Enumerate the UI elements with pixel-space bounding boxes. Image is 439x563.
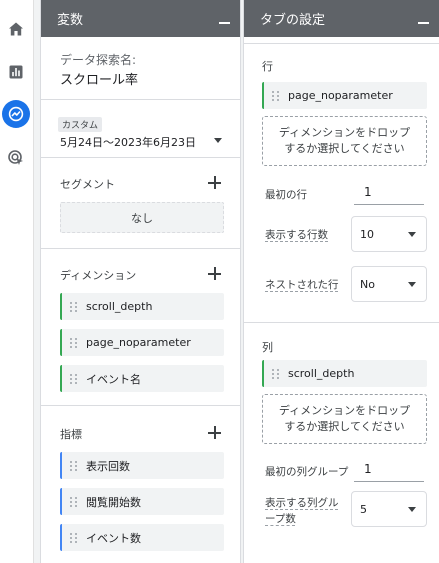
- metric-chip[interactable]: イベント数: [60, 524, 224, 551]
- metrics-section: 指標 表示回数 閲覧開始数 イベント数: [41, 406, 240, 563]
- metrics-label: 指標: [60, 428, 82, 441]
- panel-title: 変数: [57, 13, 84, 28]
- dimensions-label: ディメンション: [60, 269, 137, 282]
- column-dimension-name: scroll_depth: [288, 367, 355, 380]
- nested-rows-value: No: [360, 277, 375, 291]
- drag-handle-icon[interactable]: [70, 372, 78, 385]
- chevron-down-icon[interactable]: [214, 138, 222, 143]
- home-icon[interactable]: [2, 15, 30, 43]
- left-nav-rail: [0, 0, 34, 563]
- custom-date-chip: カスタム: [58, 117, 103, 132]
- dimension-chip[interactable]: イベント名: [60, 365, 224, 392]
- drag-handle-icon[interactable]: [70, 336, 78, 349]
- show-rows-label: 表示する行数: [265, 229, 328, 241]
- show-rows-select[interactable]: 10: [351, 216, 427, 252]
- exploration-name-section: データ探索名: スクロール率: [41, 37, 240, 100]
- first-row-underline: [354, 204, 424, 205]
- drag-handle-icon[interactable]: [272, 367, 280, 380]
- metric-chip[interactable]: 閲覧開始数: [60, 488, 224, 515]
- show-column-groups-value: 5: [360, 502, 367, 516]
- exploration-name-label: データ探索名:: [60, 53, 137, 67]
- columns-label: 列: [262, 341, 273, 354]
- explore-icon[interactable]: [2, 100, 30, 128]
- chevron-down-icon: [408, 232, 416, 237]
- exploration-name[interactable]: スクロール率: [60, 69, 138, 88]
- first-column-group-label: 最初の列グループ: [265, 466, 349, 478]
- metric-name: イベント数: [86, 531, 141, 545]
- dimensions-section: ディメンション scroll_depth page_noparameter イベ…: [41, 249, 240, 406]
- add-segment-icon[interactable]: [208, 176, 221, 189]
- segment-empty[interactable]: なし: [60, 202, 224, 233]
- rows-label: 行: [262, 60, 273, 73]
- variables-panel: 変数 データ探索名: スクロール率 カスタム 5月24日〜2023年6月23日 …: [40, 0, 241, 563]
- bar-chart-icon[interactable]: [2, 58, 30, 86]
- drag-handle-icon[interactable]: [70, 495, 78, 508]
- tab-settings-header: タブの設定: [244, 0, 439, 37]
- segments-section: セグメント なし: [41, 158, 240, 249]
- drag-handle-icon[interactable]: [70, 300, 78, 313]
- dimension-name: scroll_depth: [86, 300, 153, 313]
- column-drop-zone[interactable]: ディメンションをドロップ するか選択してください: [262, 394, 427, 444]
- dimension-name: page_noparameter: [86, 336, 191, 349]
- chevron-down-icon: [408, 507, 416, 512]
- segments-label: セグメント: [60, 178, 115, 191]
- rows-section: 行 page_noparameter ディメンションをドロップ するか選択してく…: [244, 44, 439, 323]
- drag-handle-icon[interactable]: [272, 89, 280, 102]
- nested-rows-label: ネストされた行: [265, 279, 339, 291]
- column-dimension-chip[interactable]: scroll_depth: [262, 360, 427, 387]
- chevron-down-icon: [408, 282, 416, 287]
- show-column-groups-label: 表示する列グループ数: [265, 497, 339, 525]
- show-rows-value: 10: [360, 227, 374, 241]
- analytics-exploration-editor: 変数 データ探索名: スクロール率 カスタム 5月24日〜2023年6月23日 …: [0, 0, 439, 563]
- metric-chip[interactable]: 表示回数: [60, 452, 224, 479]
- row-dimension-name: page_noparameter: [288, 89, 393, 102]
- advertising-icon[interactable]: [2, 144, 30, 172]
- metric-name: 表示回数: [86, 459, 130, 473]
- dimension-name: イベント名: [86, 372, 141, 386]
- date-range[interactable]: 5月24日〜2023年6月23日: [60, 134, 196, 150]
- columns-section: 列 scroll_depth ディメンションをドロップ するか選択してください …: [244, 323, 439, 563]
- collapse-icon[interactable]: [418, 22, 429, 24]
- first-row-input[interactable]: 1: [364, 185, 372, 199]
- metric-name: 閲覧開始数: [86, 495, 141, 509]
- first-column-group-input[interactable]: 1: [364, 462, 372, 476]
- collapse-icon[interactable]: [219, 22, 230, 24]
- drag-handle-icon[interactable]: [70, 459, 78, 472]
- tab-settings-panel: タブの設定 行 page_noparameter ディメンションをドロップ する…: [243, 0, 439, 563]
- nested-rows-select[interactable]: No: [351, 266, 427, 302]
- show-column-groups-select[interactable]: 5: [351, 491, 427, 527]
- row-drop-zone[interactable]: ディメンションをドロップ するか選択してください: [262, 116, 427, 166]
- row-dimension-chip[interactable]: page_noparameter: [262, 82, 427, 109]
- dimension-chip[interactable]: page_noparameter: [60, 329, 224, 356]
- date-range-section: カスタム 5月24日〜2023年6月23日: [41, 100, 240, 158]
- scroll-gap: [244, 37, 439, 44]
- dimension-chip[interactable]: scroll_depth: [60, 293, 224, 320]
- variables-header: 変数: [41, 0, 240, 37]
- first-row-label: 最初の行: [265, 189, 307, 201]
- panel-title: タブの設定: [260, 13, 326, 28]
- add-dimension-icon[interactable]: [208, 267, 221, 280]
- drag-handle-icon[interactable]: [70, 531, 78, 544]
- add-metric-icon[interactable]: [208, 426, 221, 439]
- first-column-group-underline: [354, 481, 424, 482]
